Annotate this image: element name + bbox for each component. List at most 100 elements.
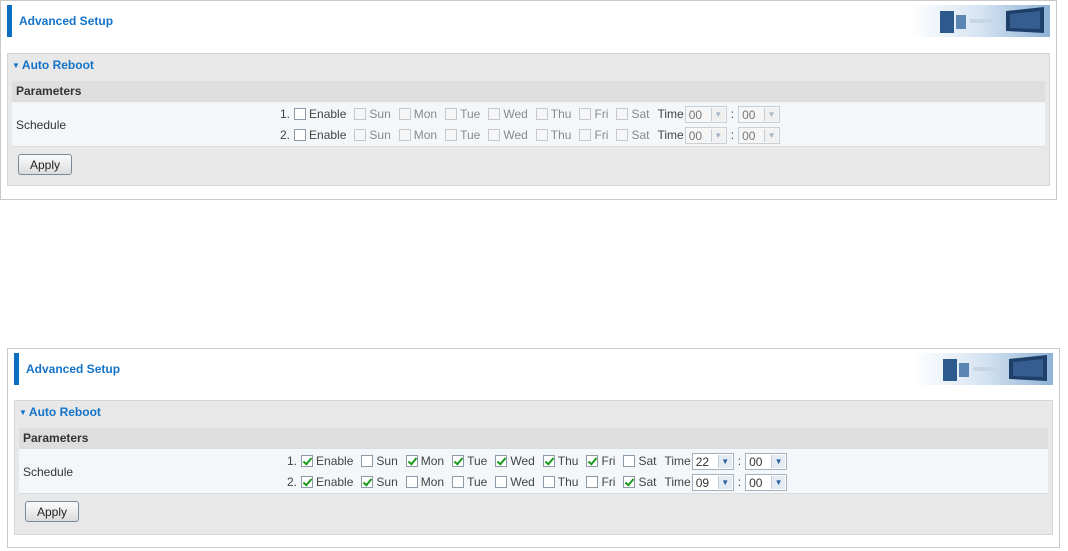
time-separator: :	[737, 454, 742, 468]
day-checkbox-sun[interactable]	[361, 455, 374, 467]
time-label: Time	[657, 107, 684, 121]
enable-label: Enable	[316, 454, 354, 468]
day-label: Wed	[503, 107, 528, 121]
enable-label: Enable	[316, 475, 354, 489]
schedule-label: Schedule	[16, 118, 67, 132]
day-checkbox-fri[interactable]	[579, 108, 592, 120]
chevron-down-icon: ▼	[717, 454, 732, 468]
minute-select[interactable]: 00 ▼	[738, 126, 781, 144]
page-title: Advanced Setup	[19, 14, 114, 28]
apply-button[interactable]: Apply	[18, 154, 72, 175]
day-checkbox-tue[interactable]	[445, 129, 458, 141]
day-checkbox-thu[interactable]	[535, 129, 548, 141]
day-checkbox-sat[interactable]	[616, 108, 629, 120]
enable-checkbox[interactable]	[301, 455, 314, 467]
minute-select[interactable]: 00 ▼	[738, 105, 781, 123]
day-checkbox-fri[interactable]	[586, 455, 599, 467]
enable-checkbox[interactable]	[294, 108, 307, 120]
section-title[interactable]: ▼ Auto Reboot	[12, 58, 94, 72]
day-label: Fri	[601, 475, 616, 489]
day-checkbox-wed[interactable]	[495, 455, 508, 467]
chevron-down-icon: ▼	[710, 128, 725, 142]
day-label: Sat	[631, 128, 650, 142]
hour-value: 22	[695, 454, 710, 469]
day-label: Tue	[460, 107, 481, 121]
time-separator: :	[737, 475, 742, 489]
time-label: Time	[657, 128, 684, 142]
day-label: Fri	[601, 454, 616, 468]
day-checkbox-sat[interactable]	[623, 476, 636, 488]
day-label: Sun	[369, 128, 391, 142]
day-checkbox-sat[interactable]	[623, 455, 636, 467]
chevron-down-icon: ▼	[771, 454, 786, 468]
auto-reboot-section: ▼ Auto Reboot Parameters Schedule 1. Enab…	[7, 53, 1050, 186]
day-label: Mon	[413, 128, 438, 142]
day-label: Sun	[376, 454, 398, 468]
parameters-label: Parameters	[16, 84, 82, 98]
computer-banner-icon	[913, 353, 1053, 385]
day-checkbox-sat[interactable]	[616, 129, 629, 141]
button-row: Apply	[12, 149, 1045, 181]
day-checkbox-tue[interactable]	[452, 455, 465, 467]
section-title[interactable]: ▼ Auto Reboot	[19, 405, 101, 419]
day-label: Mon	[413, 107, 438, 121]
minute-select[interactable]: 00 ▼	[745, 473, 788, 491]
enable-label: Enable	[309, 128, 347, 142]
day-label: Wed	[503, 128, 528, 142]
collapse-triangle-icon[interactable]: ▼	[19, 408, 27, 417]
button-row: Apply	[19, 496, 1048, 528]
schedule-row: Schedule 1. Enable Sun Mon Tue Wed Thu F…	[19, 448, 1048, 494]
auto-reboot-section: ▼ Auto Reboot Parameters Schedule 1. Enab…	[14, 400, 1053, 535]
collapse-triangle-icon[interactable]: ▼	[12, 61, 20, 70]
day-checkbox-sun[interactable]	[354, 129, 367, 141]
day-checkbox-thu[interactable]	[542, 476, 555, 488]
day-checkbox-thu[interactable]	[535, 108, 548, 120]
day-checkbox-tue[interactable]	[452, 476, 465, 488]
day-label: Sun	[369, 107, 391, 121]
hour-select[interactable]: 00 ▼	[684, 126, 727, 144]
day-checkbox-sun[interactable]	[361, 476, 374, 488]
day-checkbox-fri[interactable]	[586, 476, 599, 488]
day-checkbox-wed[interactable]	[495, 476, 508, 488]
hour-select[interactable]: 22 ▼	[691, 452, 734, 470]
day-checkbox-mon[interactable]	[398, 129, 411, 141]
section-title-text: Auto Reboot	[21, 58, 94, 72]
apply-button[interactable]: Apply	[25, 501, 79, 522]
entry-index: 1.	[287, 454, 298, 468]
minute-value: 00	[749, 454, 763, 469]
day-checkbox-fri[interactable]	[579, 129, 592, 141]
day-label: Fri	[594, 128, 609, 142]
enable-checkbox[interactable]	[301, 476, 314, 488]
time-label: Time	[664, 475, 691, 489]
day-checkbox-mon[interactable]	[405, 476, 418, 488]
computer-banner-icon	[910, 5, 1050, 37]
day-label: Thu	[557, 454, 579, 468]
day-label: Sat	[638, 475, 657, 489]
chevron-down-icon: ▼	[764, 107, 779, 121]
day-checkbox-mon[interactable]	[398, 108, 411, 120]
time-separator: :	[730, 128, 735, 142]
hour-select[interactable]: 00 ▼	[684, 105, 727, 123]
chevron-down-icon: ▼	[771, 475, 786, 489]
enable-checkbox[interactable]	[294, 129, 307, 141]
panel-header: Advanced Setup	[7, 5, 1050, 37]
day-label: Fri	[594, 107, 609, 121]
schedule-entry-1: 1. Enable Sun Mon Tue Wed Thu Fri Sat Ti…	[280, 104, 781, 124]
hour-select[interactable]: 09 ▼	[691, 473, 734, 491]
day-label: Tue	[467, 454, 488, 468]
page-title: Advanced Setup	[26, 362, 121, 376]
day-checkbox-wed[interactable]	[488, 108, 501, 120]
day-checkbox-thu[interactable]	[542, 455, 555, 467]
minute-value: 00	[749, 475, 763, 490]
day-checkbox-sun[interactable]	[354, 108, 367, 120]
time-label: Time	[664, 454, 691, 468]
schedule-entry-2: 2. Enable Sun Mon Tue Wed Thu Fri Sat Ti…	[280, 125, 781, 145]
day-checkbox-tue[interactable]	[445, 108, 458, 120]
minute-select[interactable]: 00 ▼	[745, 452, 788, 470]
parameters-label: Parameters	[23, 431, 89, 445]
day-checkbox-mon[interactable]	[405, 455, 418, 467]
day-checkbox-wed[interactable]	[488, 129, 501, 141]
chevron-down-icon: ▼	[764, 128, 779, 142]
day-label: Sat	[631, 107, 650, 121]
day-label: Thu	[557, 475, 579, 489]
